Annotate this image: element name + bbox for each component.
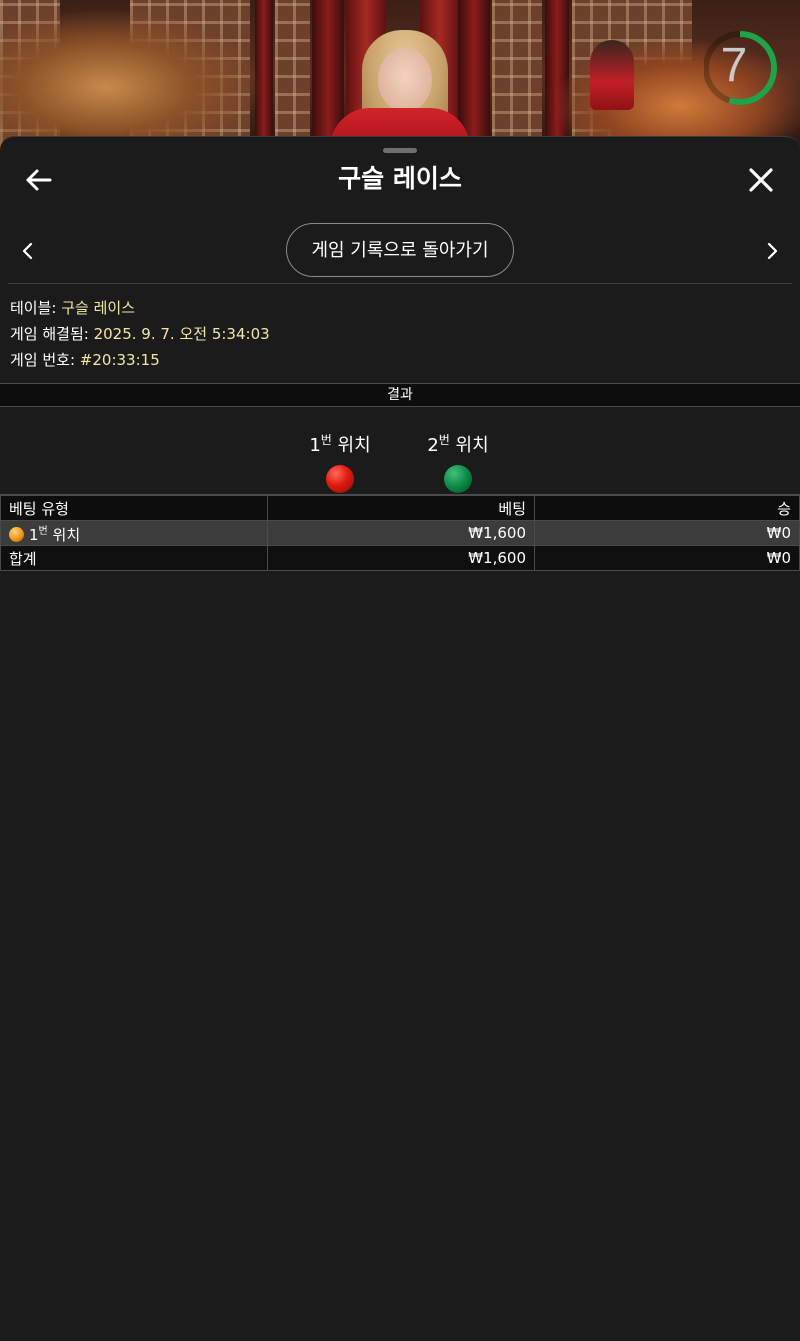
back-to-history-button[interactable]: 게임 기록으로 돌아가기 [286, 223, 514, 277]
dragon-statue [0, 10, 260, 150]
page-title: 구슬 레이스 [338, 164, 462, 193]
chevron-left-icon[interactable] [14, 235, 42, 267]
result-area: 1번 위치 2번 위치 [0, 407, 800, 495]
green-ball-icon [444, 465, 472, 493]
table-header-row: 베팅 유형 베팅 승 [0, 495, 800, 521]
resolved-info-row: 게임 해결됨: 2025. 9. 7. 오전 5:34:03 [10, 321, 270, 347]
red-ball-icon [326, 465, 354, 493]
win-amount-cell: ₩0 [534, 520, 800, 546]
live-video-feed: 7 [0, 0, 800, 150]
game-number-label: 게임 번호: [10, 351, 80, 369]
game-info: 테이블: 구슬 레이스 게임 해결됨: 2025. 9. 7. 오전 5:34:… [10, 295, 270, 373]
total-label: 합계 [0, 545, 268, 571]
bet-type-header: 베팅 유형 [0, 495, 268, 521]
resolved-label: 게임 해결됨: [10, 325, 94, 343]
bets-table: 베팅 유형 베팅 승 1번 위치 ₩1,600 ₩0 합계 ₩1,600 ₩0 [0, 495, 800, 571]
result-position-1: 1번 위치 [280, 427, 400, 493]
countdown-number: 7 [720, 39, 748, 92]
chip-icon [9, 526, 24, 542]
bet-amount-cell: ₩1,600 [267, 520, 535, 546]
position-label: 1번 위치 [309, 433, 371, 456]
dealer-face [378, 48, 432, 112]
total-bet-cell: ₩1,600 [267, 545, 535, 571]
chevron-right-icon[interactable] [758, 235, 786, 267]
position-label: 2번 위치 [427, 433, 489, 456]
lattice-screen [492, 0, 542, 150]
game-history-sheet: 구슬 레이스 게임 기록으로 돌아가기 테이블: 구슬 레이스 게임 해결됨: … [0, 136, 800, 1341]
result-section-header: 결과 [0, 383, 800, 407]
table-info-row: 테이블: 구슬 레이스 [10, 295, 270, 321]
game-number-value: #20:33:15 [79, 351, 160, 369]
table-value: 구슬 레이스 [61, 299, 136, 317]
second-dealer [590, 40, 634, 110]
table-row: 1번 위치 ₩1,600 ₩0 [0, 520, 800, 546]
sheet-grabber[interactable] [383, 148, 417, 153]
total-row: 합계 ₩1,600 ₩0 [0, 545, 800, 571]
result-position-2: 2번 위치 [398, 427, 518, 493]
bet-type-cell: 1번 위치 [0, 520, 268, 546]
bet-header: 베팅 [267, 495, 535, 521]
close-icon[interactable] [744, 163, 778, 197]
resolved-value: 2025. 9. 7. 오전 5:34:03 [93, 325, 270, 343]
table-label: 테이블: [10, 299, 62, 317]
back-arrow-icon[interactable] [22, 163, 56, 197]
divider [8, 283, 792, 284]
game-number-row: 게임 번호: #20:33:15 [10, 347, 270, 373]
total-win-cell: ₩0 [534, 545, 800, 571]
win-header: 승 [534, 495, 800, 521]
lattice-screen [275, 0, 310, 150]
